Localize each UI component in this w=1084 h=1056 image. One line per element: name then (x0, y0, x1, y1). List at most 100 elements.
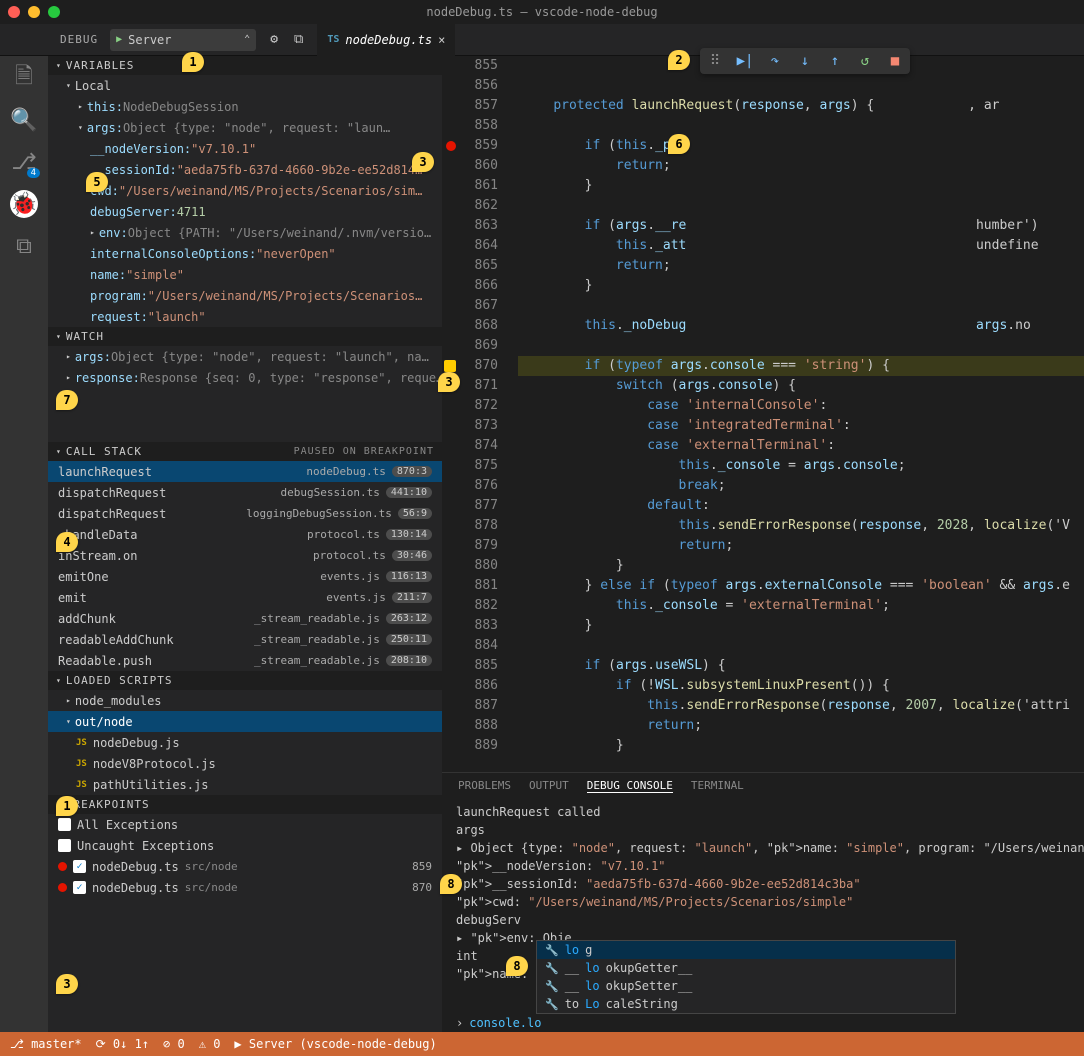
warning-count[interactable]: ⚠ 0 (199, 1037, 221, 1051)
breakpoints-header[interactable]: ▾BREAKPOINTS (48, 795, 442, 814)
annotation-callout: 4 (56, 532, 78, 552)
annotation-callout: 3 (412, 152, 434, 172)
scope-local[interactable]: ▾Local (48, 75, 442, 96)
variable-row[interactable]: request: "launch" (48, 306, 442, 327)
step-out-icon[interactable]: ↑ (826, 52, 844, 70)
activity-bar: 🗎 🔍 ⎇4 🐞 ⧉ (0, 56, 48, 1032)
annotation-callout: 3 (438, 372, 460, 392)
loaded-scripts-header[interactable]: ▾LOADED SCRIPTS (48, 671, 442, 690)
drag-handle-icon[interactable]: ⠿ (706, 52, 724, 70)
js-file-icon: JS (76, 759, 87, 769)
variable-row[interactable]: ▾args: Object {type: "node", request: "l… (48, 117, 442, 138)
panel-tab[interactable]: PROBLEMS (458, 779, 511, 793)
suggest-item[interactable]: 🔧toLocaleString (537, 995, 955, 1013)
step-into-icon[interactable]: ↓ (796, 52, 814, 70)
explorer-icon[interactable]: 🗎 (10, 64, 38, 92)
start-debug-icon[interactable]: ▶ (116, 34, 122, 45)
variable-row[interactable]: program: "/Users/weinand/MS/Projects/Sce… (48, 285, 442, 306)
typescript-file-icon: TS (327, 34, 339, 45)
callstack-header[interactable]: ▾CALL STACKPAUSED ON BREAKPOINT (48, 442, 442, 461)
stop-icon[interactable]: ■ (886, 52, 904, 70)
folder-out-node[interactable]: ▾out/node (48, 711, 442, 732)
suggest-item[interactable]: 🔧__lookupGetter__ (537, 959, 955, 977)
titlebar: nodeDebug.ts — vscode-node-debug (0, 0, 1084, 24)
checkbox-icon[interactable] (58, 818, 71, 831)
debug-console-icon[interactable]: ⧉ (294, 32, 303, 47)
stack-frame[interactable]: emitOneevents.js116:13 (48, 566, 442, 587)
watch-row[interactable]: ▸args: Object {type: "node", request: "l… (48, 346, 442, 367)
restart-icon[interactable]: ↺ (856, 52, 874, 70)
extensions-icon[interactable]: ⧉ (10, 232, 38, 260)
stack-frame[interactable]: emitevents.js211:7 (48, 587, 442, 608)
debug-header: DEBUG ▶ Server ⌃ ⚙ ⧉ TS nodeDebug.ts × (0, 24, 1084, 56)
step-over-icon[interactable]: ↷ (766, 52, 784, 70)
loaded-script[interactable]: JSnodeDebug.js (48, 732, 442, 753)
stack-frame[interactable]: dispatchRequestdebugSession.ts441:10 (48, 482, 442, 503)
line-gutter[interactable]: 8558568578588598608618628638648658668678… (442, 56, 518, 772)
method-icon: 🔧 (545, 998, 559, 1011)
annotation-callout: 7 (56, 390, 78, 410)
debug-target[interactable]: ▶ Server (vscode-node-debug) (234, 1037, 436, 1051)
panel-tab[interactable]: DEBUG CONSOLE (587, 779, 673, 793)
code-body[interactable]: protected launchRequest(response, args) … (518, 56, 1084, 772)
panel-tab[interactable]: TERMINAL (691, 779, 744, 793)
suggest-item[interactable]: 🔧log (537, 941, 955, 959)
debug-icon[interactable]: 🐞 (10, 190, 38, 218)
annotation-callout: 5 (86, 172, 108, 192)
error-count[interactable]: ⊘ 0 (163, 1037, 185, 1051)
checkbox-icon[interactable] (58, 839, 71, 852)
checkbox-icon[interactable]: ✓ (73, 881, 86, 894)
watch-header[interactable]: ▾WATCH (48, 327, 442, 346)
watch-row[interactable]: ▸response: Response {seq: 0, type: "resp… (48, 367, 442, 388)
breakpoint-row[interactable]: ✓nodeDebug.tssrc/node859 (48, 856, 442, 877)
variable-row[interactable]: ▸this: NodeDebugSession (48, 96, 442, 117)
loaded-script[interactable]: JSpathUtilities.js (48, 774, 442, 795)
sync-status[interactable]: ⟳ 0↓ 1↑ (96, 1037, 149, 1051)
annotation-callout: 1 (56, 796, 78, 816)
annotation-callout: 6 (668, 134, 690, 154)
annotation-callout: 1 (182, 52, 204, 72)
js-file-icon: JS (76, 780, 87, 790)
gear-icon[interactable]: ⚙ (270, 32, 278, 47)
chevron-right-icon: › (456, 1016, 463, 1030)
debug-config-selector[interactable]: ▶ Server ⌃ (110, 29, 256, 51)
debug-console-input[interactable]: ›console.lo (442, 1014, 1084, 1032)
source-control-icon[interactable]: ⎇4 (10, 148, 38, 176)
stack-frame[interactable]: _handleDataprotocol.ts130:14 (48, 524, 442, 545)
variable-row[interactable]: ▸env: Object {PATH: "/Users/weinand/.nvm… (48, 222, 442, 243)
debug-config-name: Server (128, 33, 238, 47)
bp-uncaught-exceptions[interactable]: Uncaught Exceptions (48, 835, 442, 856)
bottom-panel: PROBLEMSOUTPUTDEBUG CONSOLETERMINAL laun… (442, 772, 1084, 1032)
folder-node-modules[interactable]: ▸node_modules (48, 690, 442, 711)
code-editor[interactable]: 8558568578588598608618628638648658668678… (442, 56, 1084, 772)
stack-frame[interactable]: readableAddChunk_stream_readable.js250:1… (48, 629, 442, 650)
panel-tab[interactable]: OUTPUT (529, 779, 569, 793)
suggest-item[interactable]: 🔧__lookupSetter__ (537, 977, 955, 995)
checkbox-icon[interactable]: ✓ (73, 860, 86, 873)
git-branch[interactable]: ⎇ master* (10, 1037, 82, 1051)
dropdown-icon[interactable]: ⌃ (244, 34, 250, 45)
variable-row[interactable]: debugServer: 4711 (48, 201, 442, 222)
debug-toolbar[interactable]: ⠿ ▶| ↷ ↓ ↑ ↺ ■ (700, 48, 910, 74)
breakpoint-row[interactable]: ✓nodeDebug.tssrc/node870 (48, 877, 442, 898)
loaded-script[interactable]: JSnodeV8Protocol.js (48, 753, 442, 774)
variable-row[interactable]: __nodeVersion: "v7.10.1" (48, 138, 442, 159)
stack-frame[interactable]: Readable.push_stream_readable.js208:10 (48, 650, 442, 671)
js-file-icon: JS (76, 738, 87, 748)
stack-frame[interactable]: addChunk_stream_readable.js263:12 (48, 608, 442, 629)
close-tab-icon[interactable]: × (438, 33, 445, 47)
stack-frame[interactable]: inStream.onprotocol.ts30:46 (48, 545, 442, 566)
variable-row[interactable]: internalConsoleOptions: "neverOpen" (48, 243, 442, 264)
stack-frame[interactable]: launchRequestnodeDebug.ts870:3 (48, 461, 442, 482)
suggest-widget[interactable]: 🔧log🔧__lookupGetter__🔧__lookupSetter__🔧t… (536, 940, 956, 1014)
variables-header[interactable]: ▾VARIABLES (48, 56, 442, 75)
variable-row[interactable]: name: "simple" (48, 264, 442, 285)
stack-frame[interactable]: dispatchRequestloggingDebugSession.ts56:… (48, 503, 442, 524)
bp-all-exceptions[interactable]: All Exceptions (48, 814, 442, 835)
continue-icon[interactable]: ▶| (736, 52, 754, 70)
annotation-callout: 2 (668, 50, 690, 70)
breakpoint-icon (58, 862, 67, 871)
search-icon[interactable]: 🔍 (10, 106, 38, 134)
editor-tab[interactable]: TS nodeDebug.ts × (317, 24, 455, 56)
status-bar: ⎇ master* ⟳ 0↓ 1↑ ⊘ 0 ⚠ 0 ▶ Server (vsco… (0, 1032, 1084, 1056)
